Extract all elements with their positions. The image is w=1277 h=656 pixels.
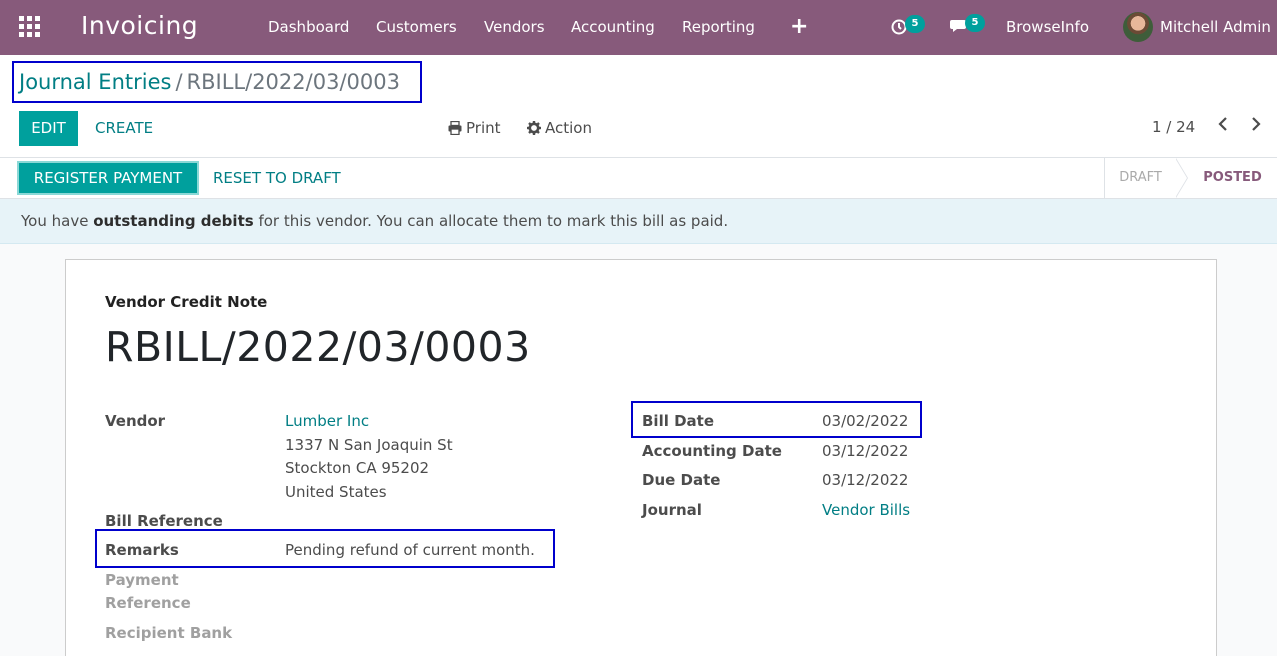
outstanding-debits-alert: You have outstanding debits for this ven…: [0, 199, 1277, 244]
bill-date-label: Bill Date: [642, 412, 714, 430]
chevron-right-icon[interactable]: [1250, 116, 1262, 136]
create-button[interactable]: CREATE: [95, 119, 153, 137]
breadcrumb: Journal Entries / RBILL/2022/03/0003: [19, 70, 400, 94]
accounting-date-label: Accounting Date: [642, 442, 782, 460]
print-button[interactable]: Print: [448, 119, 501, 137]
menu-accounting[interactable]: Accounting: [571, 18, 655, 36]
bill-reference-label: Bill Reference: [105, 512, 223, 530]
remarks-label: Remarks: [105, 541, 179, 559]
document-name: RBILL/2022/03/0003: [105, 323, 531, 371]
edit-button[interactable]: EDIT: [19, 111, 78, 146]
vendor-label: Vendor: [105, 412, 166, 430]
action-label: Action: [545, 119, 592, 137]
print-icon: [448, 121, 462, 135]
alert-bold[interactable]: outstanding debits: [93, 212, 253, 230]
alert-suffix: for this vendor. You can allocate them t…: [253, 212, 729, 230]
menu-vendors[interactable]: Vendors: [484, 18, 545, 36]
vendor-address-line1: 1337 N San Joaquin St: [285, 436, 453, 454]
print-label: Print: [466, 119, 501, 137]
menu-customers[interactable]: Customers: [376, 18, 457, 36]
remarks-value[interactable]: Pending refund of current month.: [285, 541, 535, 559]
recipient-bank-label: Recipient Bank: [105, 624, 233, 642]
messages-badge: 5: [965, 14, 985, 32]
activity-badge: 5: [905, 15, 925, 33]
app-title[interactable]: Invoicing: [81, 11, 198, 40]
payment-reference-label-line1: Payment: [105, 571, 179, 589]
apps-grid-icon[interactable]: [19, 16, 41, 38]
register-payment-button[interactable]: REGISTER PAYMENT: [17, 161, 199, 195]
stage-arrow-inner: [1175, 158, 1187, 198]
breadcrumb-journal-entries[interactable]: Journal Entries: [19, 70, 171, 94]
reset-to-draft-button[interactable]: RESET TO DRAFT: [213, 169, 341, 187]
journal-label: Journal: [642, 501, 702, 519]
alert-prefix: You have: [21, 212, 94, 230]
vendor-link[interactable]: Lumber Inc: [285, 412, 369, 430]
plus-icon[interactable]: +: [790, 14, 808, 39]
stage-draft[interactable]: DRAFT: [1104, 158, 1176, 198]
vendor-address-line2: Stockton CA 95202: [285, 459, 430, 477]
pager-value[interactable]: 1 / 24: [1152, 118, 1195, 136]
user-avatar[interactable]: [1123, 12, 1153, 42]
gear-icon: [527, 121, 541, 135]
due-date-label: Due Date: [642, 471, 721, 489]
breadcrumb-current: RBILL/2022/03/0003: [186, 70, 400, 94]
document-type: Vendor Credit Note: [105, 293, 268, 311]
journal-link[interactable]: Vendor Bills: [822, 501, 910, 519]
menu-dashboard[interactable]: Dashboard: [268, 18, 349, 36]
stage-posted[interactable]: POSTED: [1188, 158, 1277, 198]
chevron-left-icon[interactable]: [1217, 116, 1229, 136]
company-switcher[interactable]: BrowseInfo: [1006, 18, 1089, 36]
menu-reporting[interactable]: Reporting: [682, 18, 755, 36]
vendor-address-line3: United States: [285, 483, 387, 501]
status-bar: REGISTER PAYMENT RESET TO DRAFT DRAFT PO…: [0, 158, 1277, 199]
user-menu[interactable]: Mitchell Admin: [1160, 18, 1271, 36]
control-panel: Journal Entries / RBILL/2022/03/0003 EDIT …: [0, 55, 1277, 158]
top-navbar: Invoicing Dashboard Customers Vendors Ac…: [0, 0, 1277, 55]
payment-reference-label-line2: Reference: [105, 594, 191, 612]
action-button[interactable]: Action: [527, 119, 592, 137]
accounting-date-value[interactable]: 03/12/2022: [822, 442, 908, 460]
bill-date-value[interactable]: 03/02/2022: [822, 412, 908, 430]
breadcrumb-separator: /: [175, 70, 183, 94]
form-sheet: Vendor Credit Note RBILL/2022/03/0003 Ve…: [65, 259, 1217, 656]
due-date-value[interactable]: 03/12/2022: [822, 471, 908, 489]
